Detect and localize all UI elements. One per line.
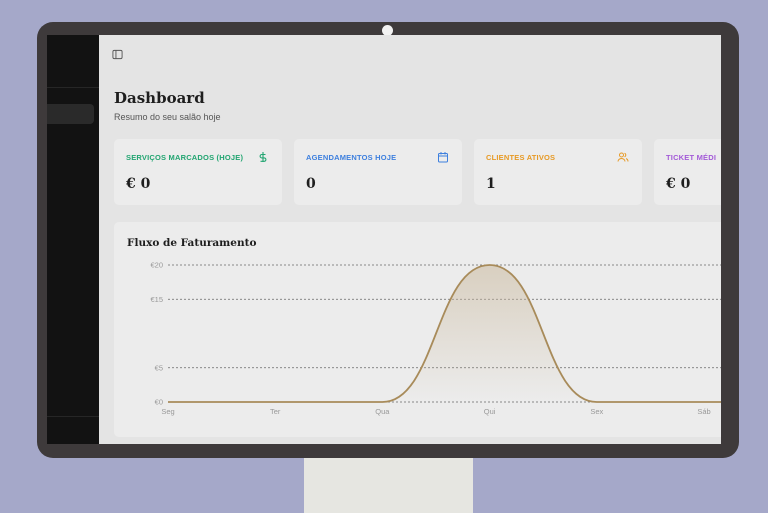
stat-value: € 0 xyxy=(126,176,151,192)
x-tick-label: Sex xyxy=(590,407,603,416)
y-tick-label: €0 xyxy=(155,398,163,407)
dollar-icon xyxy=(259,152,267,162)
calendar-icon xyxy=(438,152,448,163)
x-tick-label: Qua xyxy=(375,407,390,416)
stat-card-services: SERVIÇOS MARCADOS (HOJE) € 0 xyxy=(114,139,282,205)
y-tick-label: €15 xyxy=(150,295,163,304)
chart-area-fill xyxy=(168,265,721,402)
sidebar-divider xyxy=(47,416,99,417)
revenue-chart-card: Fluxo de Faturamento €0 €5 €15 €20 Seg Ter Qua… xyxy=(114,222,721,437)
stat-value: 1 xyxy=(486,176,496,192)
stat-label: TICKET MÉDI xyxy=(666,153,717,162)
page-title: Dashboard xyxy=(114,89,205,107)
monitor-stand xyxy=(304,456,473,513)
sidebar-item-active[interactable] xyxy=(47,104,94,124)
stat-label: SERVIÇOS MARCADOS (HOJE) xyxy=(126,153,244,162)
stat-value: € 0 xyxy=(666,176,691,192)
sidebar xyxy=(47,35,99,444)
x-tick-label: Seg xyxy=(161,407,174,416)
stat-card-ticket: TICKET MÉDI € 0 xyxy=(654,139,721,205)
app-screen: Dashboard Resumo do seu salão hoje SERVI… xyxy=(47,35,721,444)
y-tick-label: €5 xyxy=(155,363,163,372)
users-icon xyxy=(617,152,629,162)
stat-card-clients: CLIENTES ATIVOS 1 xyxy=(474,139,642,205)
sidebar-toggle-icon[interactable] xyxy=(112,49,123,60)
stat-card-appointments: AGENDAMENTOS HOJE 0 xyxy=(294,139,462,205)
page-subtitle: Resumo do seu salão hoje xyxy=(114,112,221,122)
main-content: Dashboard Resumo do seu salão hoje SERVI… xyxy=(99,35,721,444)
stat-value: 0 xyxy=(306,176,316,192)
y-tick-label: €20 xyxy=(150,261,163,270)
sidebar-divider xyxy=(47,87,99,88)
x-tick-label: Ter xyxy=(270,407,281,416)
stat-label: CLIENTES ATIVOS xyxy=(486,153,556,162)
x-tick-label: Sáb xyxy=(697,407,710,416)
revenue-chart: €0 €5 €15 €20 Seg Ter Qua Qui Sex Sáb xyxy=(150,261,721,416)
x-tick-label: Qui xyxy=(484,407,496,416)
stat-label: AGENDAMENTOS HOJE xyxy=(306,153,397,162)
